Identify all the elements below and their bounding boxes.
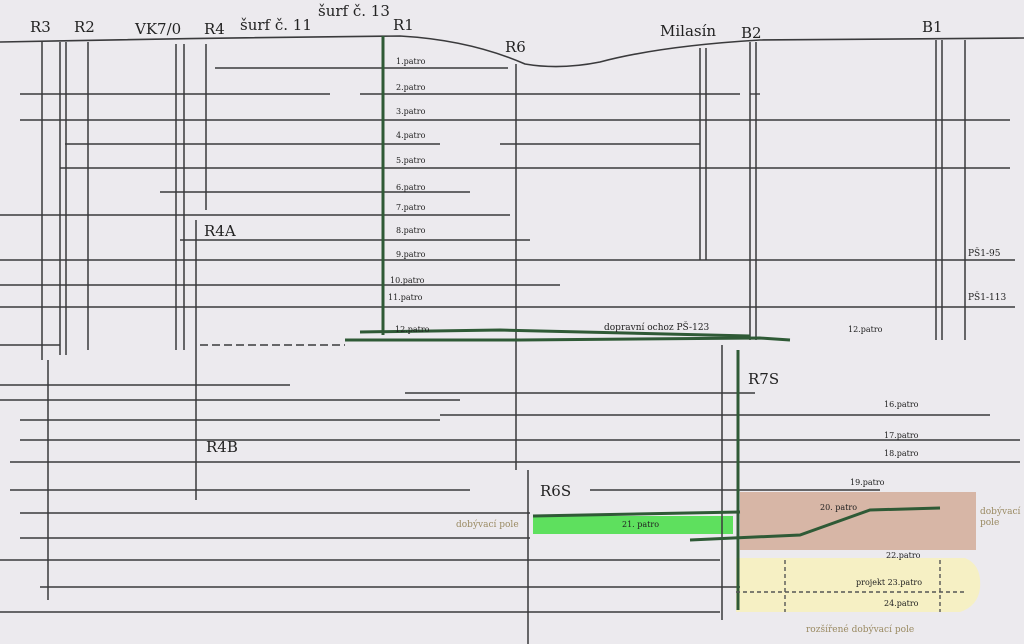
right-level-18: 18.patro bbox=[884, 449, 919, 458]
label-r4: R4 bbox=[204, 20, 225, 38]
label-vk7: VK7/0 bbox=[134, 20, 181, 38]
label-r6s: R6S bbox=[540, 482, 571, 500]
level-10: 10.patro bbox=[390, 276, 425, 285]
vertical-shafts bbox=[41, 40, 966, 644]
mining-field-brown bbox=[740, 492, 976, 550]
shaft-labels: R3 R2 VK7/0 R4 šurf č. 11 šurf č. 13 R1 … bbox=[30, 2, 943, 500]
level-4: 4.patro bbox=[396, 131, 426, 140]
label-ps195: PŠ1-95 bbox=[968, 247, 1001, 259]
label-r4b: R4B bbox=[206, 438, 238, 456]
level-9: 9.patro bbox=[396, 250, 426, 259]
right-level-12: 12.patro bbox=[848, 325, 883, 334]
level-5: 5.patro bbox=[396, 156, 426, 165]
label-r1: R1 bbox=[393, 16, 414, 34]
label-surf13: šurf č. 13 bbox=[318, 2, 390, 20]
right-level-20: 20. patro bbox=[820, 503, 857, 512]
level-labels: 1.patro 2.patro 3.patro 4.patro 5.patro … bbox=[388, 57, 430, 334]
label-b1: B1 bbox=[922, 18, 943, 36]
label-extended-mining-field: rozšířené dobývací pole bbox=[806, 624, 914, 635]
level-12: 12.patro bbox=[395, 325, 430, 334]
right-level-19: 19.patro bbox=[850, 478, 885, 487]
label-ps1113: PŠ1-113 bbox=[968, 291, 1006, 303]
label-r2: R2 bbox=[74, 18, 95, 36]
level-11: 11.patro bbox=[388, 293, 423, 302]
right-level-21: 21. patro bbox=[622, 520, 659, 529]
level-8: 8.patro bbox=[396, 226, 426, 235]
label-r3: R3 bbox=[30, 18, 51, 36]
right-level-16: 16.patro bbox=[884, 400, 919, 409]
label-r7s: R7S bbox=[748, 370, 779, 388]
mine-cross-section-diagram: R3 R2 VK7/0 R4 šurf č. 11 šurf č. 13 R1 … bbox=[0, 0, 1024, 644]
level-1: 1.patro bbox=[396, 57, 426, 66]
level-2: 2.patro bbox=[396, 83, 426, 92]
mine-diagram-canvas: R3 R2 VK7/0 R4 šurf č. 11 šurf č. 13 R1 … bbox=[0, 2, 1024, 644]
level-3: 3.patro bbox=[396, 107, 426, 116]
label-mining-field-left: dobývací pole bbox=[456, 519, 519, 530]
level-7: 7.patro bbox=[396, 203, 426, 212]
label-mining-field-right-line1: dobývací bbox=[980, 506, 1021, 517]
label-b2: B2 bbox=[741, 24, 762, 42]
label-mining-field-right: dobývací pole bbox=[980, 506, 1023, 528]
label-r6: R6 bbox=[505, 38, 526, 56]
label-milasin: Milasín bbox=[660, 22, 716, 40]
right-level-22: 22.patro bbox=[886, 551, 921, 560]
right-level-24: 24.patro bbox=[884, 599, 919, 608]
label-transport-corridor: dopravní ochoz PŠ-123 bbox=[604, 321, 710, 333]
right-level-17: 17.patro bbox=[884, 431, 919, 440]
right-level-23: projekt 23.patro bbox=[856, 578, 922, 587]
label-mining-field-right-line2: pole bbox=[980, 518, 999, 528]
level-6: 6.patro bbox=[396, 183, 426, 192]
label-surf11: šurf č. 11 bbox=[240, 16, 312, 34]
label-r4a: R4A bbox=[204, 222, 236, 240]
